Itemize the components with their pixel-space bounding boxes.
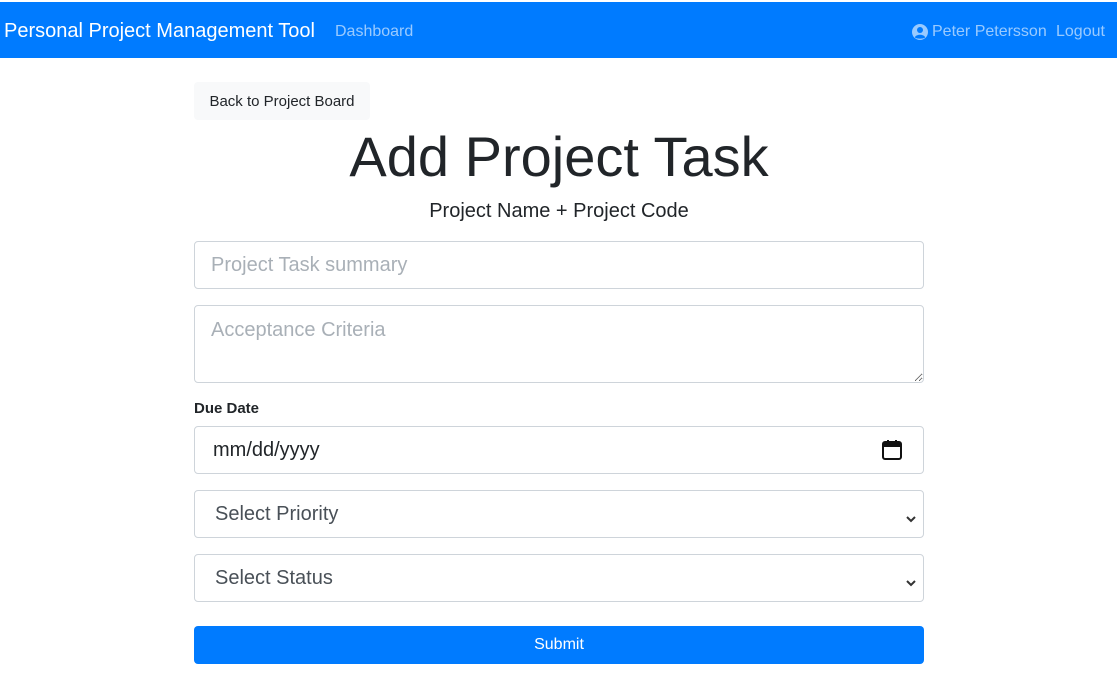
dashboard-link[interactable]: Dashboard	[335, 22, 413, 42]
status-select-value: Select Status	[215, 566, 333, 589]
user-profile-link[interactable]: Peter Petersson	[912, 22, 1047, 42]
user-circle-icon	[912, 24, 928, 40]
due-date-label: Due Date	[194, 400, 260, 417]
user-name: Peter Petersson	[932, 23, 1047, 40]
task-summary-input[interactable]	[194, 241, 924, 289]
back-to-project-board-button[interactable]: Back to Project Board	[194, 82, 370, 120]
submit-button[interactable]: Submit	[194, 626, 924, 664]
page-title: Add Project Task	[349, 125, 769, 188]
chevron-down-icon	[905, 572, 917, 587]
brand-link[interactable]: Personal Project Management Tool	[4, 19, 315, 43]
due-date-input[interactable]: mm/dd/yyyy	[194, 426, 924, 474]
acceptance-criteria-textarea[interactable]	[194, 305, 924, 383]
calendar-icon[interactable]	[881, 439, 903, 461]
priority-select-value: Select Priority	[215, 502, 339, 525]
priority-select[interactable]: Select Priority	[194, 490, 924, 538]
chevron-down-icon	[905, 508, 917, 523]
logout-link[interactable]: Logout	[1056, 22, 1105, 42]
page-subtitle: Project Name + Project Code	[429, 200, 689, 222]
status-select[interactable]: Select Status	[194, 554, 924, 602]
due-date-placeholder: mm/dd/yyyy	[213, 438, 320, 461]
top-navbar: Personal Project Management Tool Dashboa…	[0, 2, 1117, 58]
